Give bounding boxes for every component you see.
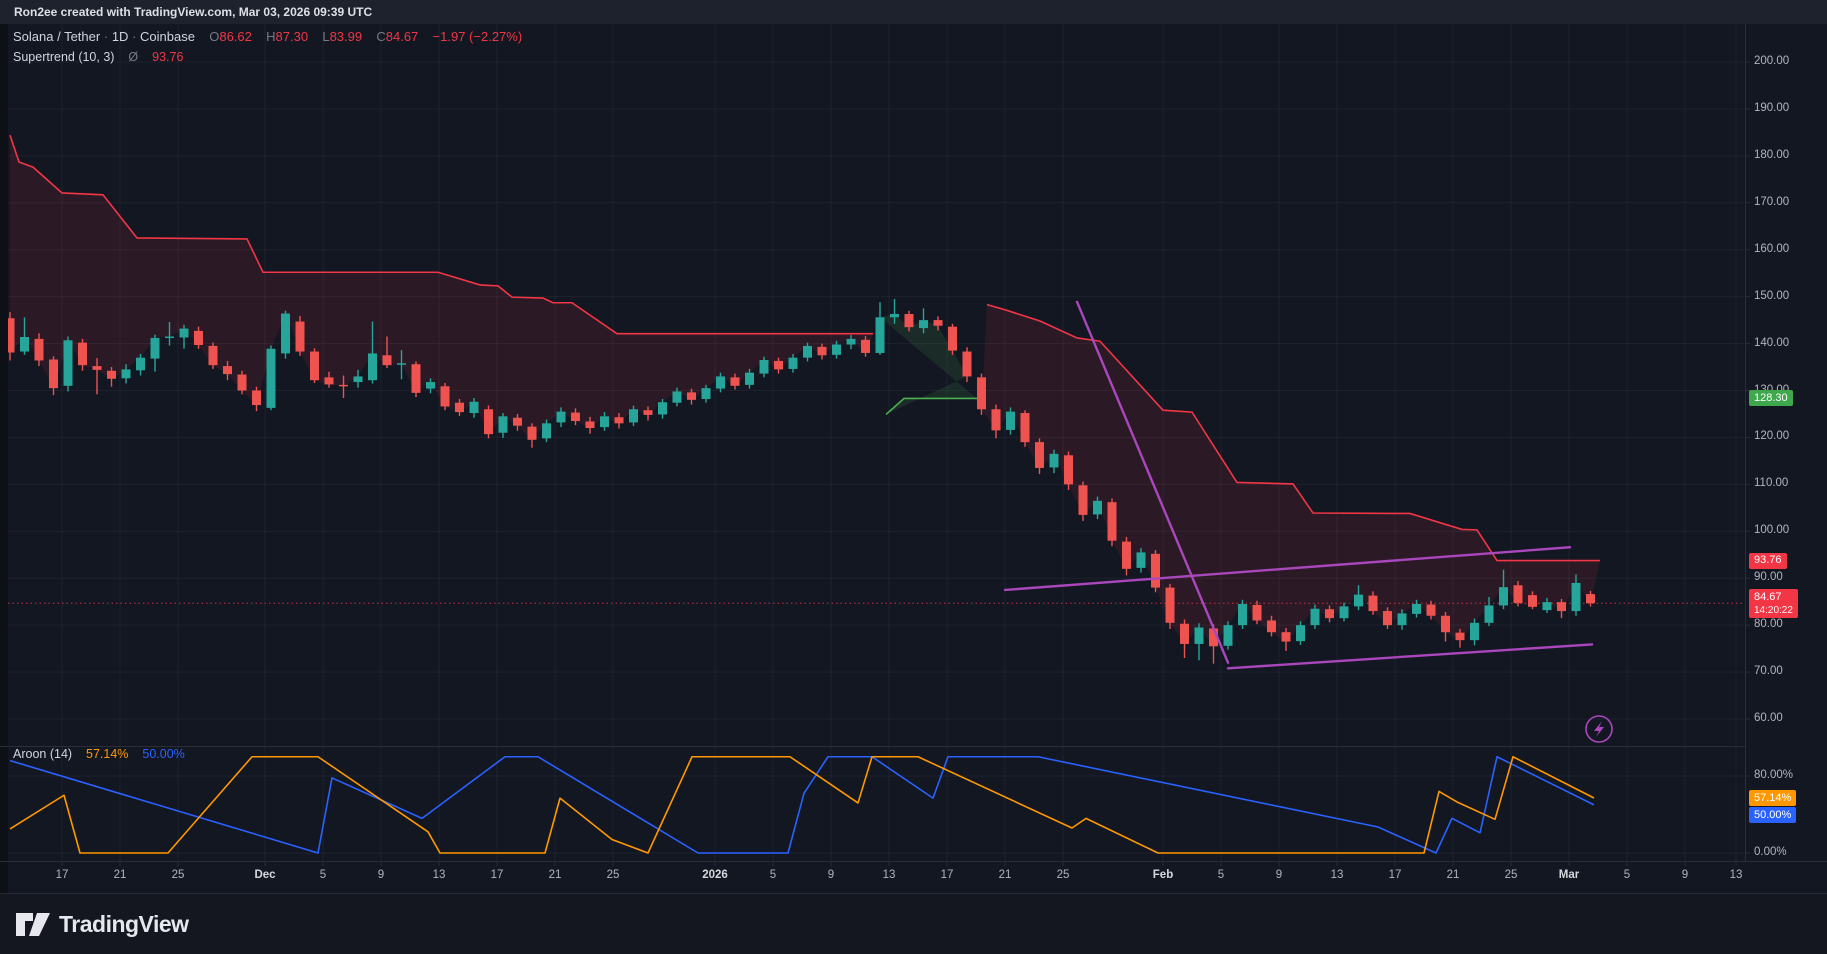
time-tick-label: 13 — [1730, 869, 1743, 881]
low-value: 83.99 — [330, 29, 363, 44]
time-tick-label: 13 — [883, 869, 896, 881]
price-tick-label: 200.00 — [1754, 55, 1789, 67]
left-edge-strip — [0, 24, 8, 893]
average-symbol: Ø — [128, 50, 138, 64]
time-tick-label: 9 — [828, 869, 834, 881]
attribution-bar: Ron2ee created with TradingView.com, Mar… — [0, 0, 1827, 24]
open-label: O — [209, 29, 219, 44]
supertrend-legend[interactable]: Supertrend (10, 3) Ø 93.76 — [13, 50, 183, 64]
price-tick-label: 150.00 — [1754, 290, 1789, 302]
time-tick-label: 13 — [433, 869, 446, 881]
time-tick-label: 21 — [114, 869, 127, 881]
time-tick-label: 9 — [378, 869, 384, 881]
time-tick-label: 2026 — [702, 869, 728, 881]
supertrend-value: 93.76 — [152, 50, 183, 64]
price-tick-label: 60.00 — [1754, 712, 1783, 724]
last-price-value: 84.67 — [1754, 591, 1793, 604]
time-tick-label: 21 — [999, 869, 1012, 881]
time-tick-label: 5 — [770, 869, 776, 881]
time-tick-label: 13 — [1331, 869, 1344, 881]
price-tick-label: 120.00 — [1754, 430, 1789, 442]
attribution-text: Ron2ee created with TradingView.com, Mar… — [14, 5, 372, 19]
price-tick-label: 100.00 — [1754, 524, 1789, 536]
aroon-up-tag: 57.14% — [1749, 790, 1796, 806]
time-tick-label: Dec — [254, 869, 275, 881]
aroon-down-value: 50.00% — [142, 747, 184, 761]
tradingview-logo-icon[interactable] — [13, 907, 53, 941]
symbol-name: Solana / Tether — [13, 29, 100, 44]
aroon-down-tag: 50.00% — [1749, 807, 1796, 823]
interval-label: 1D — [112, 29, 129, 44]
exchange-label: Coinbase — [140, 29, 195, 44]
price-tick-label: 180.00 — [1754, 149, 1789, 161]
close-value: 84.67 — [386, 29, 419, 44]
time-tick-label: 5 — [1218, 869, 1224, 881]
time-tick-label: Mar — [1559, 869, 1579, 881]
aroon-tick-label: 0.00% — [1754, 846, 1787, 858]
time-tick-label: 5 — [320, 869, 326, 881]
low-label: L — [322, 29, 329, 44]
supertrend-price-tag: 93.76 — [1749, 553, 1787, 569]
bar-countdown: 14:20:22 — [1754, 604, 1793, 617]
tradingview-snapshot: Ron2ee created with TradingView.com, Mar… — [0, 0, 1827, 954]
time-tick-label: 25 — [1057, 869, 1070, 881]
price-tick-label: 140.00 — [1754, 337, 1789, 349]
brand-name[interactable]: TradingView — [59, 911, 189, 938]
supertrend-up-price-tag: 128.30 — [1749, 390, 1793, 406]
supertrend-name: Supertrend (10, 3) — [13, 50, 114, 64]
high-value: 87.30 — [276, 29, 309, 44]
aroon-up-value: 57.14% — [86, 747, 128, 761]
time-tick-label: 21 — [1447, 869, 1460, 881]
price-tick-label: 160.00 — [1754, 243, 1789, 255]
price-tick-label: 110.00 — [1754, 477, 1788, 489]
time-tick-label: 17 — [56, 869, 69, 881]
time-axis-divider — [0, 861, 1827, 862]
time-tick-label: 25 — [607, 869, 620, 881]
brand-bar: TradingView — [0, 893, 1827, 954]
time-tick-label: 9 — [1682, 869, 1688, 881]
close-label: C — [376, 29, 385, 44]
price-axis-divider — [1745, 24, 1746, 861]
last-price-tag: 84.67 14:20:22 — [1749, 589, 1798, 618]
price-tick-label: 190.00 — [1754, 102, 1789, 114]
aroon-name: Aroon (14) — [13, 747, 72, 761]
aroon-legend[interactable]: Aroon (14) 57.14% 50.00% — [13, 747, 185, 761]
change-value: −1.97 (−2.27%) — [433, 29, 523, 44]
price-tick-label: 70.00 — [1754, 665, 1783, 677]
time-tick-label: 5 — [1624, 869, 1630, 881]
time-tick-label: 21 — [549, 869, 562, 881]
time-tick-label: 17 — [941, 869, 954, 881]
high-label: H — [266, 29, 275, 44]
symbol-legend[interactable]: Solana / Tether · 1D · Coinbase O86.62 H… — [13, 29, 522, 44]
time-tick-label: 25 — [1505, 869, 1518, 881]
open-value: 86.62 — [219, 29, 252, 44]
price-tick-label: 90.00 — [1754, 571, 1783, 583]
main-chart[interactable] — [0, 0, 1827, 954]
time-tick-label: 17 — [491, 869, 504, 881]
time-tick-label: 17 — [1389, 869, 1402, 881]
pane-divider[interactable] — [0, 746, 1745, 747]
time-tick-label: 9 — [1276, 869, 1282, 881]
time-tick-label: Feb — [1153, 869, 1173, 881]
aroon-tick-label: 80.00% — [1754, 769, 1793, 781]
time-tick-label: 25 — [172, 869, 185, 881]
price-tick-label: 170.00 — [1754, 196, 1789, 208]
price-tick-label: 80.00 — [1754, 618, 1783, 630]
